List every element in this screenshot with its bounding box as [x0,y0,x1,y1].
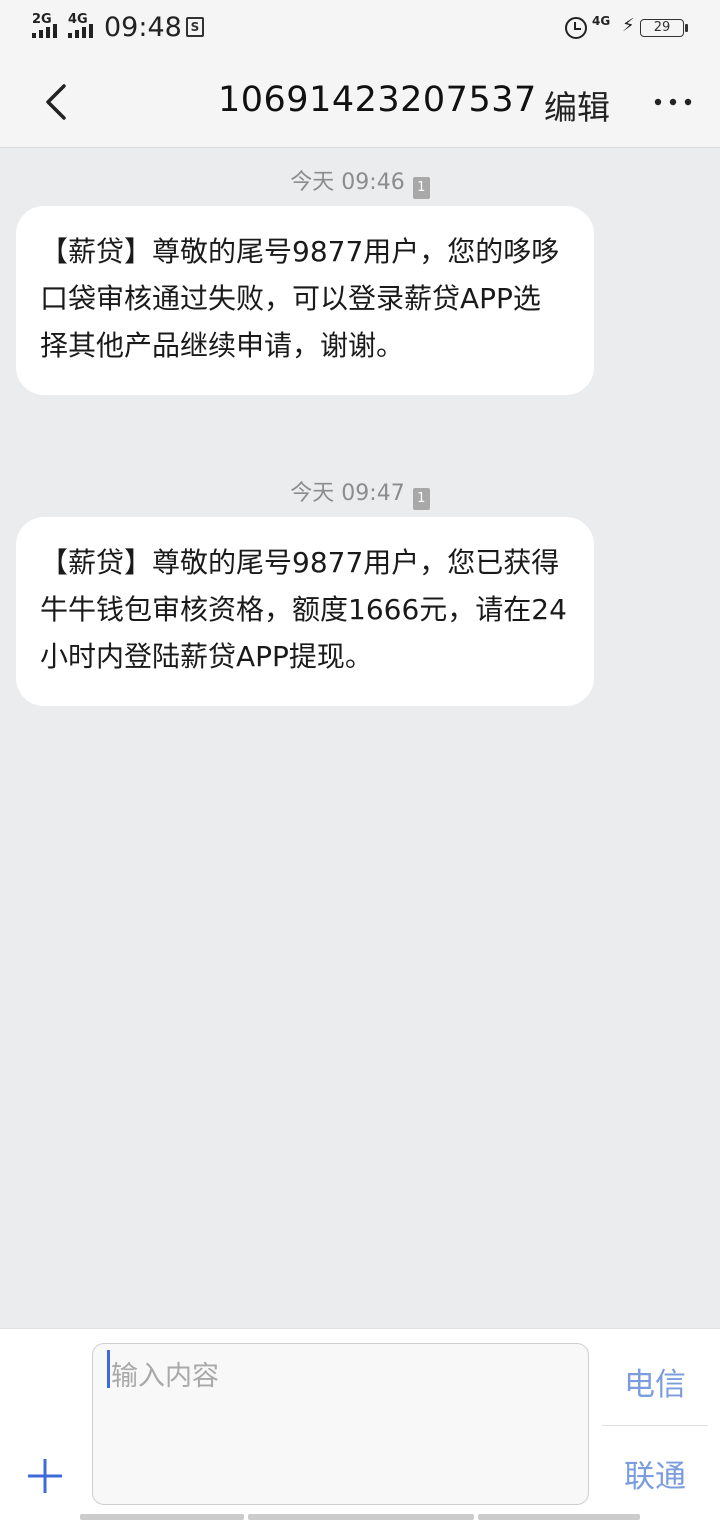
nav-bar-segment[interactable] [80,1514,244,1520]
notification-s-icon: S [186,17,204,37]
message-bubble[interactable]: 【薪贷】尊敬的尾号9877用户，您的哆哆口袋审核通过失败，可以登录薪贷APP选择… [16,206,594,395]
nav-bar-segment[interactable] [248,1514,474,1520]
sim-card-icon: 1 [412,177,430,199]
signal-icon [32,22,57,38]
conversation-header: 10691423207537 编辑 [0,56,720,148]
nav-bar-segment[interactable] [478,1514,640,1520]
message-input-placeholder: 输入内容 [111,1361,219,1392]
conversation-title: 10691423207537 [218,80,537,120]
network-type-3: 4G [592,14,611,28]
back-chevron-icon[interactable] [40,82,80,122]
plus-icon[interactable] [26,1457,64,1495]
message-text: 【薪贷】尊敬的尾号9877用户，您已获得牛牛钱包审核资格，额度1666元，请在2… [40,546,567,673]
alarm-icon [565,17,587,39]
status-time: 09:48 [104,12,182,43]
message-bubble[interactable]: 【薪贷】尊敬的尾号9877用户，您已获得牛牛钱包审核资格，额度1666元，请在2… [16,517,594,706]
charging-icon: ⚡ [622,15,635,36]
message-time: 今天 09:47 [290,481,405,506]
send-via-sim1-button[interactable]: 电信 [602,1359,708,1404]
divider [602,1425,708,1426]
text-caret [107,1350,110,1388]
battery-icon: 29 [640,19,688,37]
message-text: 【薪贷】尊敬的尾号9877用户，您的哆哆口袋审核通过失败，可以登录薪贷APP选择… [40,235,560,362]
navigation-bar [0,1512,720,1520]
more-dots-icon[interactable] [654,88,692,116]
edit-button[interactable]: 编辑 [544,81,610,129]
send-via-sim2-button[interactable]: 联通 [602,1451,708,1496]
message-timestamp: 今天 09:47 1 [0,475,720,510]
message-composer: 输入内容 电信 联通 [0,1328,720,1520]
message-timestamp: 今天 09:46 1 [0,164,720,199]
status-bar: 2G 4G 09:48 S 4G ⚡ 29 [0,0,720,56]
signal-icon [68,22,93,38]
message-input[interactable]: 输入内容 [92,1343,589,1505]
sim-card-icon: 1 [412,488,430,510]
message-time: 今天 09:46 [290,170,405,195]
